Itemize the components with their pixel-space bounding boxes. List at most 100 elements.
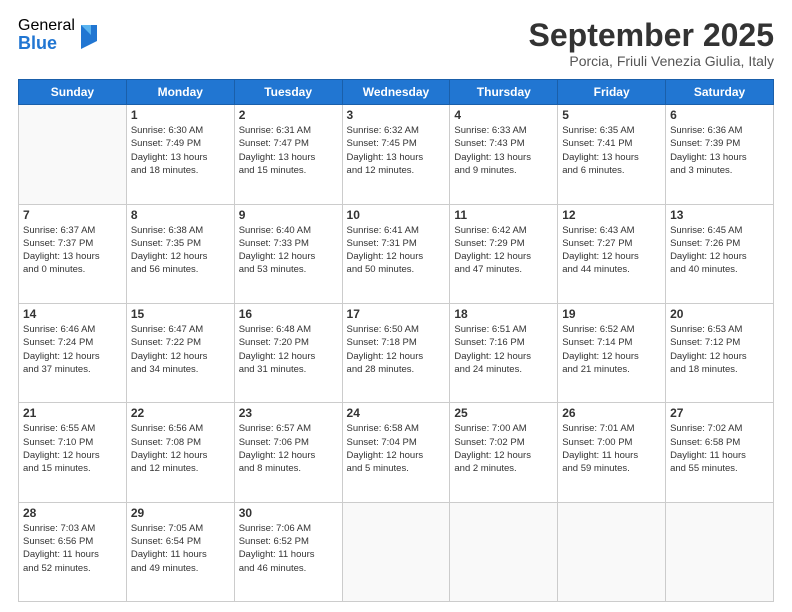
header: General Blue September 2025 Porcia, Friu… bbox=[18, 18, 774, 69]
day-number: 2 bbox=[239, 108, 338, 122]
calendar-cell: 14 Sunrise: 6:46 AM Sunset: 7:24 PM Dayli… bbox=[19, 303, 127, 402]
day-number: 24 bbox=[347, 406, 446, 420]
calendar-cell: 10 Sunrise: 6:41 AM Sunset: 7:31 PM Dayli… bbox=[342, 204, 450, 303]
calendar-week-row: 28 Sunrise: 7:03 AM Sunset: 6:56 PM Dayli… bbox=[19, 502, 774, 601]
weekday-header: Tuesday bbox=[234, 80, 342, 105]
calendar-cell: 12Sunrise: 6:43 AM Sunset: 7:27 PM Dayli… bbox=[558, 204, 666, 303]
calendar-cell: 3 Sunrise: 6:32 AM Sunset: 7:45 PM Daylig… bbox=[342, 105, 450, 204]
day-info: Sunrise: 6:46 AM Sunset: 7:24 PM Dayligh… bbox=[23, 323, 122, 376]
day-number: 16 bbox=[239, 307, 338, 321]
logo-text: General Blue bbox=[18, 18, 75, 52]
weekday-header: Friday bbox=[558, 80, 666, 105]
day-number: 25 bbox=[454, 406, 553, 420]
day-info: Sunrise: 6:52 AM Sunset: 7:14 PM Dayligh… bbox=[562, 323, 661, 376]
day-info: Sunrise: 6:53 AM Sunset: 7:12 PM Dayligh… bbox=[670, 323, 769, 376]
day-number: 11 bbox=[454, 208, 553, 222]
day-number: 6 bbox=[670, 108, 769, 122]
calendar-cell: 6 Sunrise: 6:36 AM Sunset: 7:39 PM Daylig… bbox=[666, 105, 774, 204]
day-info: Sunrise: 6:42 AM Sunset: 7:29 PM Dayligh… bbox=[454, 224, 553, 277]
day-info: Sunrise: 6:51 AM Sunset: 7:16 PM Dayligh… bbox=[454, 323, 553, 376]
day-number: 1 bbox=[131, 108, 230, 122]
day-number: 14 bbox=[23, 307, 122, 321]
calendar-cell: 1 Sunrise: 6:30 AM Sunset: 7:49 PM Daylig… bbox=[126, 105, 234, 204]
day-info: Sunrise: 6:58 AM Sunset: 7:04 PM Dayligh… bbox=[347, 422, 446, 475]
day-info: Sunrise: 6:55 AM Sunset: 7:10 PM Dayligh… bbox=[23, 422, 122, 475]
calendar-week-row: 7 Sunrise: 6:37 AM Sunset: 7:37 PM Daylig… bbox=[19, 204, 774, 303]
day-number: 12 bbox=[562, 208, 661, 222]
day-info: Sunrise: 6:57 AM Sunset: 7:06 PM Dayligh… bbox=[239, 422, 338, 475]
day-number: 15 bbox=[131, 307, 230, 321]
calendar-cell: 13Sunrise: 6:45 AM Sunset: 7:26 PM Dayli… bbox=[666, 204, 774, 303]
calendar-cell: 9Sunrise: 6:40 AM Sunset: 7:33 PM Daylig… bbox=[234, 204, 342, 303]
logo: General Blue bbox=[18, 18, 97, 52]
day-info: Sunrise: 6:45 AM Sunset: 7:26 PM Dayligh… bbox=[670, 224, 769, 277]
day-number: 23 bbox=[239, 406, 338, 420]
calendar-cell: 26Sunrise: 7:01 AM Sunset: 7:00 PM Dayli… bbox=[558, 403, 666, 502]
day-number: 29 bbox=[131, 506, 230, 520]
weekday-header: Sunday bbox=[19, 80, 127, 105]
calendar-week-row: 14 Sunrise: 6:46 AM Sunset: 7:24 PM Dayli… bbox=[19, 303, 774, 402]
day-info: Sunrise: 6:56 AM Sunset: 7:08 PM Dayligh… bbox=[131, 422, 230, 475]
calendar-cell bbox=[558, 502, 666, 601]
day-number: 21 bbox=[23, 406, 122, 420]
day-info: Sunrise: 6:38 AM Sunset: 7:35 PM Dayligh… bbox=[131, 224, 230, 277]
title-block: September 2025 Porcia, Friuli Venezia Gi… bbox=[529, 18, 774, 69]
calendar-cell: 4 Sunrise: 6:33 AM Sunset: 7:43 PM Daylig… bbox=[450, 105, 558, 204]
day-number: 8 bbox=[131, 208, 230, 222]
day-number: 22 bbox=[131, 406, 230, 420]
calendar-cell: 16 Sunrise: 6:48 AM Sunset: 7:20 PM Dayli… bbox=[234, 303, 342, 402]
day-number: 30 bbox=[239, 506, 338, 520]
calendar-cell bbox=[666, 502, 774, 601]
location: Porcia, Friuli Venezia Giulia, Italy bbox=[529, 53, 774, 69]
day-info: Sunrise: 6:48 AM Sunset: 7:20 PM Dayligh… bbox=[239, 323, 338, 376]
day-info: Sunrise: 6:36 AM Sunset: 7:39 PM Dayligh… bbox=[670, 124, 769, 177]
calendar-cell: 24 Sunrise: 6:58 AM Sunset: 7:04 PM Dayli… bbox=[342, 403, 450, 502]
calendar-cell: 28 Sunrise: 7:03 AM Sunset: 6:56 PM Dayli… bbox=[19, 502, 127, 601]
day-info: Sunrise: 6:30 AM Sunset: 7:49 PM Dayligh… bbox=[131, 124, 230, 177]
day-info: Sunrise: 6:32 AM Sunset: 7:45 PM Dayligh… bbox=[347, 124, 446, 177]
calendar-cell: 20 Sunrise: 6:53 AM Sunset: 7:12 PM Dayli… bbox=[666, 303, 774, 402]
day-info: Sunrise: 6:33 AM Sunset: 7:43 PM Dayligh… bbox=[454, 124, 553, 177]
day-info: Sunrise: 6:41 AM Sunset: 7:31 PM Dayligh… bbox=[347, 224, 446, 277]
day-number: 9 bbox=[239, 208, 338, 222]
day-info: Sunrise: 6:35 AM Sunset: 7:41 PM Dayligh… bbox=[562, 124, 661, 177]
weekday-header: Wednesday bbox=[342, 80, 450, 105]
day-number: 20 bbox=[670, 307, 769, 321]
day-number: 18 bbox=[454, 307, 553, 321]
day-number: 19 bbox=[562, 307, 661, 321]
day-number: 4 bbox=[454, 108, 553, 122]
calendar-cell bbox=[19, 105, 127, 204]
day-info: Sunrise: 6:37 AM Sunset: 7:37 PM Dayligh… bbox=[23, 224, 122, 277]
page: General Blue September 2025 Porcia, Friu… bbox=[0, 0, 792, 612]
day-number: 10 bbox=[347, 208, 446, 222]
logo-blue: Blue bbox=[18, 34, 75, 52]
day-number: 3 bbox=[347, 108, 446, 122]
calendar-cell: 8 Sunrise: 6:38 AM Sunset: 7:35 PM Daylig… bbox=[126, 204, 234, 303]
day-info: Sunrise: 7:06 AM Sunset: 6:52 PM Dayligh… bbox=[239, 522, 338, 575]
day-number: 17 bbox=[347, 307, 446, 321]
day-number: 27 bbox=[670, 406, 769, 420]
day-info: Sunrise: 7:03 AM Sunset: 6:56 PM Dayligh… bbox=[23, 522, 122, 575]
calendar-cell: 19 Sunrise: 6:52 AM Sunset: 7:14 PM Dayli… bbox=[558, 303, 666, 402]
calendar-cell: 7 Sunrise: 6:37 AM Sunset: 7:37 PM Daylig… bbox=[19, 204, 127, 303]
day-number: 28 bbox=[23, 506, 122, 520]
day-info: Sunrise: 7:02 AM Sunset: 6:58 PM Dayligh… bbox=[670, 422, 769, 475]
day-info: Sunrise: 7:05 AM Sunset: 6:54 PM Dayligh… bbox=[131, 522, 230, 575]
calendar-cell: 21 Sunrise: 6:55 AM Sunset: 7:10 PM Dayli… bbox=[19, 403, 127, 502]
calendar-cell bbox=[342, 502, 450, 601]
day-number: 5 bbox=[562, 108, 661, 122]
calendar-cell: 15Sunrise: 6:47 AM Sunset: 7:22 PM Dayli… bbox=[126, 303, 234, 402]
weekday-header: Monday bbox=[126, 80, 234, 105]
calendar-cell bbox=[450, 502, 558, 601]
calendar-cell: 25 Sunrise: 7:00 AM Sunset: 7:02 PM Dayli… bbox=[450, 403, 558, 502]
day-info: Sunrise: 7:00 AM Sunset: 7:02 PM Dayligh… bbox=[454, 422, 553, 475]
calendar-cell: 5 Sunrise: 6:35 AM Sunset: 7:41 PM Daylig… bbox=[558, 105, 666, 204]
day-number: 7 bbox=[23, 208, 122, 222]
logo-icon bbox=[77, 21, 97, 49]
calendar-week-row: 1 Sunrise: 6:30 AM Sunset: 7:49 PM Daylig… bbox=[19, 105, 774, 204]
day-info: Sunrise: 6:50 AM Sunset: 7:18 PM Dayligh… bbox=[347, 323, 446, 376]
logo-general: General bbox=[18, 18, 75, 34]
calendar-week-row: 21 Sunrise: 6:55 AM Sunset: 7:10 PM Dayli… bbox=[19, 403, 774, 502]
weekday-header: Thursday bbox=[450, 80, 558, 105]
day-number: 26 bbox=[562, 406, 661, 420]
